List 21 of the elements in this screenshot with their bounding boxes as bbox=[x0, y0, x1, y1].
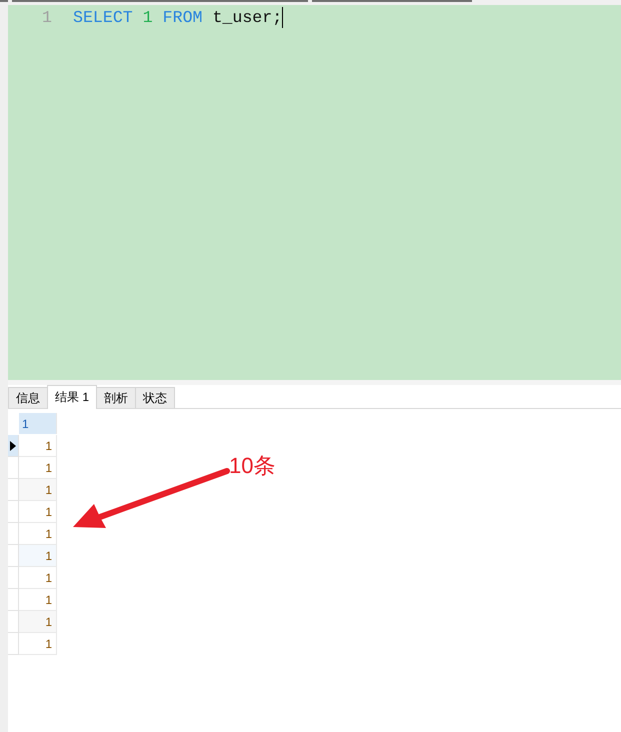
table-cell: 1 bbox=[19, 567, 57, 589]
tab[interactable]: 状态 bbox=[135, 387, 176, 408]
code-line: SELECT 1 FROM t_user; bbox=[73, 7, 282, 28]
table-cell: 1 bbox=[19, 523, 57, 545]
table-cell: 1 bbox=[19, 633, 57, 655]
table-cell: 1 bbox=[19, 435, 57, 457]
table-cell: 1 bbox=[19, 501, 57, 523]
annotation-label: 10条 bbox=[229, 453, 276, 479]
tab[interactable]: 结果 1 bbox=[47, 385, 98, 409]
table-cell: 1 bbox=[19, 545, 57, 567]
line-number: 1 bbox=[41, 7, 52, 28]
row-pointer-icon bbox=[10, 440, 16, 450]
tab[interactable]: 信息 bbox=[8, 387, 48, 408]
sql-editor[interactable]: 1 SELECT 1 FROM t_user; bbox=[8, 5, 621, 380]
tab[interactable]: 剖析 bbox=[96, 387, 136, 408]
row-selector[interactable] bbox=[8, 435, 19, 457]
table-cell: 1 bbox=[19, 457, 57, 479]
table-cell: 1 bbox=[19, 611, 57, 633]
table-cell: 1 bbox=[19, 479, 57, 501]
table-cell: 1 bbox=[19, 589, 57, 611]
column-header[interactable]: 1 bbox=[19, 413, 57, 434]
